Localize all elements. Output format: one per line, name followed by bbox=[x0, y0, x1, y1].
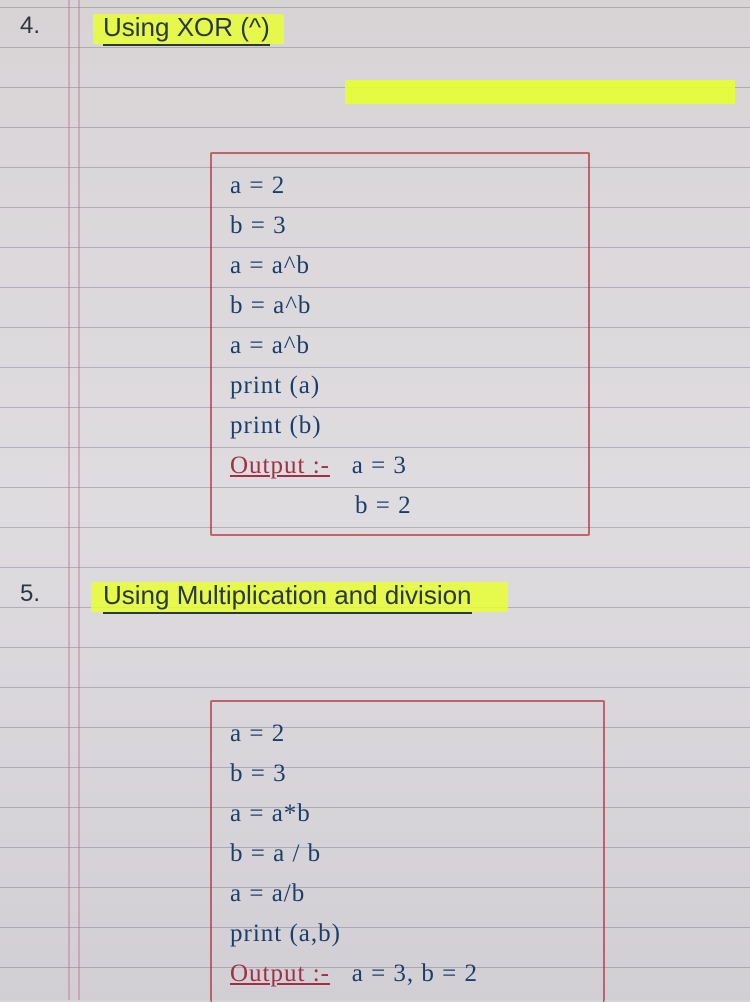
code-line: a = a*b bbox=[230, 794, 585, 834]
output-value: a = 3, b = 2 bbox=[352, 960, 478, 987]
code-line: print (a,b) bbox=[230, 914, 585, 954]
section-4-heading: Using XOR (^) bbox=[95, 12, 278, 45]
section-5-heading: Using Multiplication and division bbox=[95, 580, 480, 613]
code-line: b = a / b bbox=[230, 834, 585, 874]
output-label: Output :- bbox=[230, 452, 330, 479]
output-value-b: b = 2 bbox=[355, 492, 412, 519]
code-line: a = a^b bbox=[230, 246, 570, 286]
page-content: 4. Using XOR (^) a = 2 b = 3 a = a^b b =… bbox=[0, 0, 750, 10]
code-box-xor: a = 2 b = 3 a = a^b b = a^b a = a^b prin… bbox=[210, 152, 590, 536]
heading-text: Using XOR (^) bbox=[103, 12, 270, 46]
code-line: b = a^b bbox=[230, 286, 570, 326]
section-4-number: 4. bbox=[20, 12, 40, 40]
margin-line-outer bbox=[68, 0, 70, 1000]
code-line: print (b) bbox=[230, 406, 570, 446]
output-line: Output :- a = 3, b = 2 bbox=[230, 954, 585, 994]
code-line: a = a/b bbox=[230, 874, 585, 914]
code-line: b = 3 bbox=[230, 754, 585, 794]
code-box-multdiv: a = 2 b = 3 a = a*b b = a / b a = a/b pr… bbox=[210, 700, 605, 1002]
code-line: print (a) bbox=[230, 366, 570, 406]
output-value-a: a = 3 bbox=[352, 452, 407, 479]
section-5-number: 5. bbox=[20, 580, 40, 608]
code-line: a = a^b bbox=[230, 326, 570, 366]
section-4-header: 4. Using XOR (^) bbox=[0, 12, 750, 45]
output-label: Output :- bbox=[230, 960, 330, 987]
code-line: a = 2 bbox=[230, 166, 570, 206]
heading-text: Using Multiplication and division bbox=[103, 580, 472, 614]
code-line: a = 2 bbox=[230, 714, 585, 754]
code-line: b = 3 bbox=[230, 206, 570, 246]
highlight-strip-1 bbox=[345, 80, 735, 104]
margin-line-inner bbox=[78, 0, 80, 1000]
section-5-header: 5. Using Multiplication and division bbox=[0, 580, 750, 613]
output-line-b: b = 2 bbox=[230, 486, 570, 526]
output-line: Output :- a = 3 bbox=[230, 446, 570, 486]
